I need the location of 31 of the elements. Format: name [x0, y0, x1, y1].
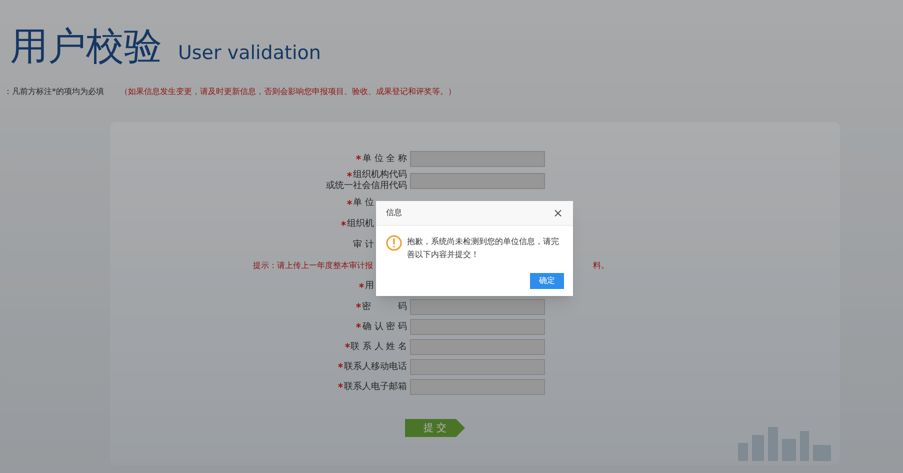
field-label: 审 计 [353, 240, 374, 251]
field-label: 联系人电子邮箱 [344, 382, 407, 392]
submit-button[interactable]: 提 交 [405, 419, 465, 437]
field-label: 联系人移动电话 [344, 362, 407, 372]
warning-text: （如果信息发生变更，请及时更新信息，否则会影响您申报项目、验收、成果登记和评奖等。） [120, 86, 456, 98]
page-subtitle: User validation [178, 41, 321, 66]
input-field[interactable] [410, 379, 545, 395]
hint-text: 料。 [593, 260, 609, 272]
input-field[interactable] [410, 319, 545, 335]
field-label: 用 [365, 281, 374, 292]
field-label: 单 位 全 称 [362, 154, 407, 164]
input-field[interactable] [410, 359, 545, 375]
field-label: 或统一社会信用代码 [326, 181, 407, 192]
field-label: 单 位 [353, 198, 374, 209]
field-label: 组织机 [347, 219, 374, 230]
input-field[interactable] [410, 173, 545, 189]
field-label: 确 认 密 码 [362, 322, 407, 332]
input-field[interactable] [410, 151, 545, 167]
input-field[interactable] [410, 339, 545, 355]
warning-icon [386, 235, 402, 251]
dialog-message: 抱歉，系统尚未检测到您的单位信息，请完善以下内容并提交！ [407, 236, 560, 261]
page-title: 用户校验 [10, 24, 162, 68]
confirm-button[interactable]: 确定 [530, 273, 564, 289]
close-button[interactable]: × [552, 207, 563, 219]
input-field[interactable] [410, 299, 545, 315]
notice-text: ：凡前方标注*的项均为必填 [4, 86, 104, 98]
hint-text: 提示：请上传上一年度整本审计报 [252, 260, 374, 272]
dialog-title: 信息 [386, 207, 402, 219]
field-label: 联 系 人 姓 名 [350, 342, 407, 352]
field-label: 组织机构代码 [353, 170, 407, 180]
field-label: 密 码 [362, 302, 407, 312]
